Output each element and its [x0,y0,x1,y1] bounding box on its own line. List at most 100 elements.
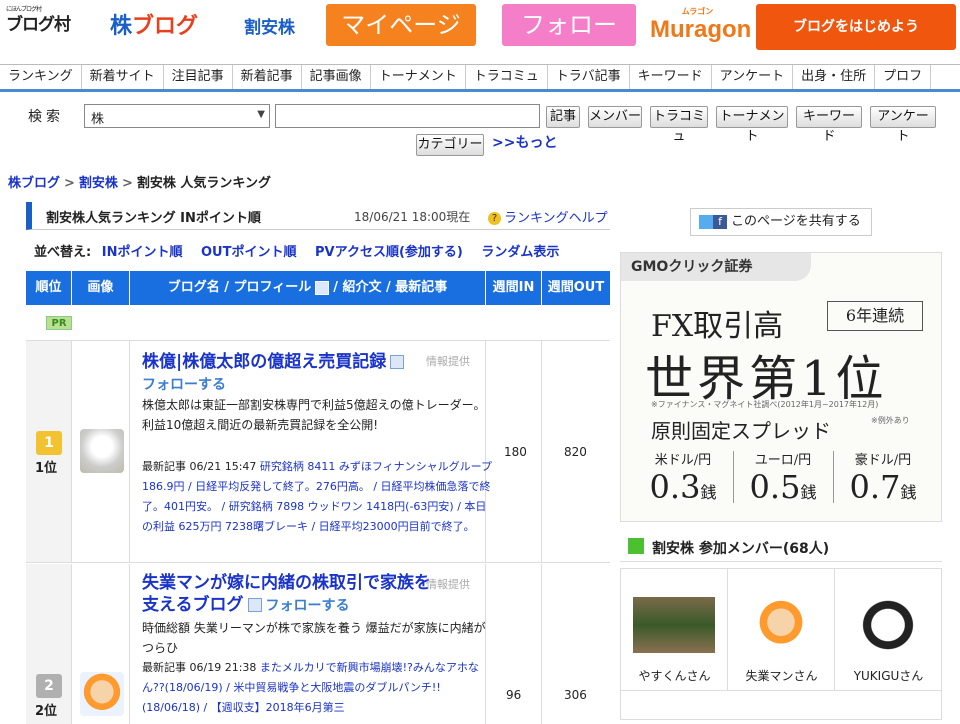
green-square-icon [628,538,644,554]
search-members-button[interactable]: メンバー [588,106,642,128]
ad-pair-unit: 銭 [800,483,817,502]
muragon-logo[interactable]: ムラゴン Muragon [650,4,751,50]
ad-pair-value-wrap: 0.3銭 [639,468,727,506]
member-avatar [633,597,715,653]
search-input[interactable] [275,104,540,128]
gmo-ad-banner[interactable]: GMOクリック証券 FX取引高 6年連続 世界第1位 ※ファイナンス・マグネイト… [620,252,942,522]
sort-random[interactable]: ランダム表示 [481,245,559,260]
rank-cell: 1 1位 [26,341,72,562]
follow-link[interactable]: フォローする [266,598,350,614]
sort-out[interactable]: OUTポイント順 [201,245,296,260]
muragon-logo-sub: ムラゴン [681,7,714,16]
pr-badge: PR [46,316,72,330]
nav-item[interactable]: 新着記事 [233,65,302,89]
ad-exception: ※例外あり [871,416,910,425]
members-title: 割安株 参加メンバー(68人) [652,541,830,557]
site-header: にほんブログ村 ブログ村 株ブログ 割安株 マイページ フォロー ムラゴン Mu… [0,0,960,60]
search-more-link[interactable]: >>もっと [492,132,557,152]
nav-item[interactable]: キーワード [630,65,712,89]
latest-time: 06/19 21:38 [189,661,257,674]
breadcrumb-wariyasu[interactable]: 割安株 [79,176,118,191]
nav-item[interactable]: 記事画像 [302,65,371,89]
col-name: ブログ名 / プロフィール / 紹介文 / 最新記事 [130,271,486,305]
ad-brand: GMOクリック証券 [621,253,811,281]
search-articles-button[interactable]: 記事 [546,106,580,128]
search-scope-select[interactable]: 株 ▼ [84,104,270,128]
start-blog-button[interactable]: ブログをはじめよう [756,4,956,50]
profile-icon [315,280,330,295]
latest-articles: 最新記事 06/19 21:38 またメルカリで新興市場崩壊!?みんなアホなん?… [142,658,494,718]
latest-label: 最新記事 [142,460,186,473]
nav-item[interactable]: アンケート [712,65,794,89]
sort-pv[interactable]: PVアクセス順(参加する) [315,245,463,260]
nav-item[interactable]: トーナメント [371,65,466,89]
info-provided-label: 情報提供 [426,578,470,591]
members-grid: やすくんさん 失業マンさん YUKIGUさん [620,568,942,720]
blog-avatar-dog[interactable] [80,429,124,473]
search-keyword-button[interactable]: キーワード [796,106,862,144]
profile-icon[interactable] [247,598,262,612]
breadcrumb-kabu-blog[interactable]: 株ブログ [8,176,60,191]
nav-item[interactable]: プロフ [875,65,932,89]
weekly-in: 96 [506,688,522,702]
nav-item[interactable]: ランキング [0,65,82,89]
ranking-help-link[interactable]: ? ランキングヘルプ [488,207,608,226]
blog-title-link[interactable]: 株億|株億太郎の億超え売買記録フォローする [142,351,422,396]
member-card[interactable]: やすくんさん [621,569,728,691]
member-name: やすくんさん [638,669,711,683]
search-category-button[interactable]: カテゴリー [416,134,484,156]
ranking-table-header: 順位 画像 ブログ名 / プロフィール / 紹介文 / 最新記事 週間IN 週間O… [26,271,610,305]
latest-label: 最新記事 [142,661,186,674]
ad-pair-unit: 銭 [900,483,917,502]
col-name-text: ブログ名 / プロフィール [167,280,312,295]
weekly-out: 306 [564,688,587,702]
weekly-out: 820 [564,445,587,459]
blogmura-logo[interactable]: にほんブログ村 ブログ村 [6,6,71,35]
kabu-blog-logo-a: 株 [110,14,133,39]
follow-button[interactable]: フォロー [502,4,636,46]
search-label: 検索 [28,109,64,125]
facebook-icon: f [713,214,727,229]
nav-item[interactable]: 新着サイト [82,65,164,89]
blogmura-logo-text: ブログ村 [6,15,71,35]
mypage-button[interactable]: マイページ [326,4,476,46]
blogmura-logo-sub: にほんブログ村 [6,6,42,13]
follow-link[interactable]: フォローする [142,377,226,393]
nav-item[interactable]: トラバ記事 [548,65,630,89]
profile-icon[interactable] [390,355,405,369]
blog-avatar-man[interactable] [80,672,124,716]
ranking-date: 18/06/21 18:00現在 [354,210,471,224]
image-cell [72,341,130,562]
wariyasu-logo[interactable]: 割安株 [244,13,295,38]
member-name: 失業マンさん [745,669,818,683]
weekly-in: 180 [504,445,527,459]
search-tournament-button[interactable]: トーナメント [716,106,788,144]
ad-source: ※ファイナンス・マグネイト社調べ(2012年1月~2017年12月) [651,400,879,409]
search-tracomi-button[interactable]: トラコミュ [650,106,708,144]
nav-item[interactable]: 出身・住所 [793,65,876,89]
divider [733,451,734,503]
share-page-button[interactable]: f このページを共有する [690,208,872,236]
sort-in[interactable]: INポイント順 [102,245,183,260]
member-card[interactable]: YUKIGUさん [835,569,942,691]
divider [833,451,834,503]
info-provided-label: 情報提供 [426,355,470,368]
gold-medal-icon: 1 [36,431,62,455]
nav-item[interactable]: 注目記事 [164,65,233,89]
ad-pair-value-wrap: 0.7銭 [839,468,927,506]
member-name: YUKIGUさん [853,669,924,683]
search-scope-value: 株 [91,112,105,127]
search-survey-button[interactable]: アンケート [870,106,936,144]
member-card[interactable]: 失業マンさん [728,569,835,691]
col-out: 週間OUT [547,280,605,295]
main-nav: ランキング 新着サイト 注目記事 新着記事 記事画像 トーナメント トラコミュ … [0,64,960,92]
latest-articles: 最新記事 06/21 15:47 研究銘柄 8411 みずほフィナンシャルグルー… [142,457,494,537]
help-icon: ? [488,212,501,225]
chevron-down-icon: ▼ [257,109,265,120]
col-in: 週間IN [486,271,542,305]
kabu-blog-logo[interactable]: 株ブログ [110,8,198,40]
blog-title-link[interactable]: 失業マンが嫁に内緒の株取引で家族を支えるブログ フォローする [142,572,432,617]
nav-item[interactable]: トラコミュ [466,65,548,89]
ad-pair-unit: 銭 [700,483,717,502]
member-avatar [752,597,810,653]
